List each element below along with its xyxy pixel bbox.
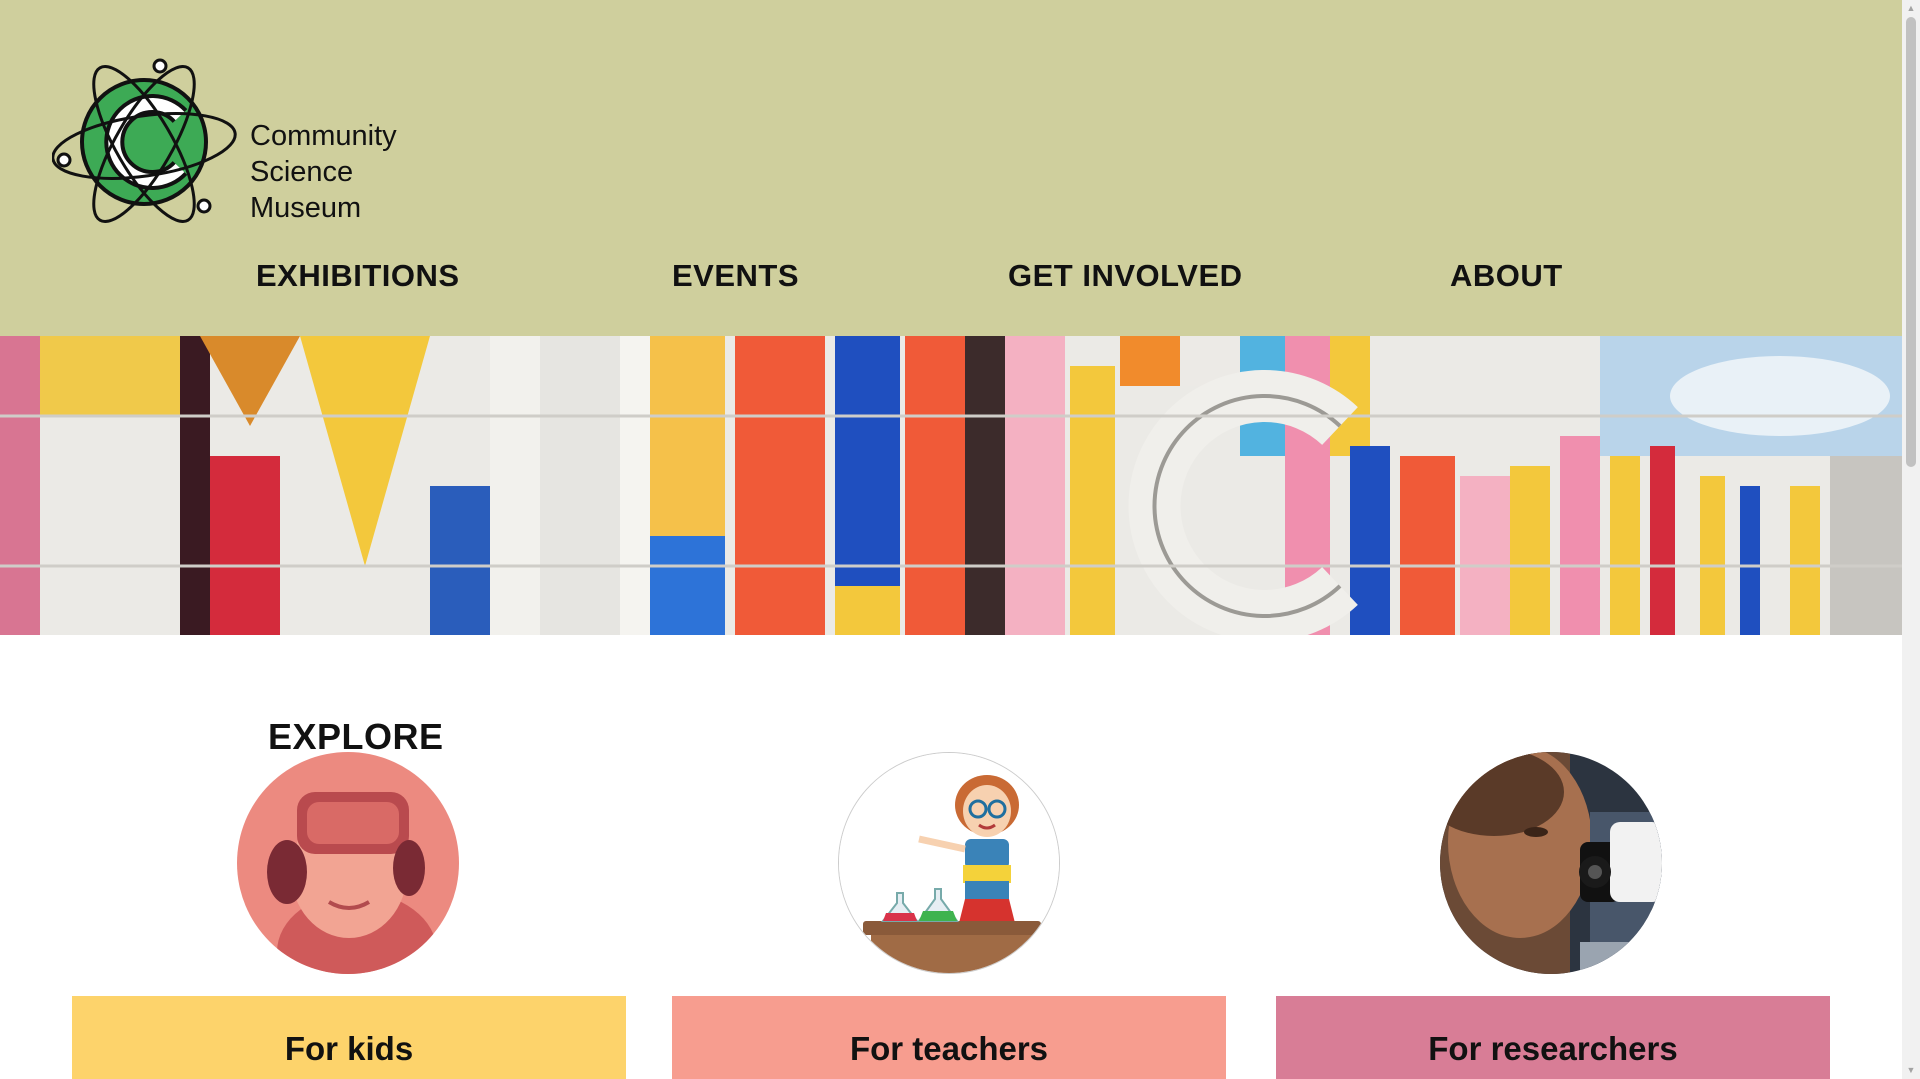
site-name-line: Museum xyxy=(250,192,362,224)
scroll-down-arrow-icon[interactable]: ▼ xyxy=(1902,1062,1920,1079)
for-kids-button[interactable]: For kids xyxy=(72,996,626,1079)
logo-link[interactable] xyxy=(51,56,242,232)
site-name: Community Science Museum xyxy=(250,118,397,226)
site-header: Community Science Museum EXHIBITIONS EVE… xyxy=(0,0,1902,336)
site-name-line: Community xyxy=(250,120,397,152)
hero-banner xyxy=(0,336,1902,635)
nav-item-exhibitions[interactable]: EXHIBITIONS xyxy=(256,258,460,294)
scroll-up-arrow-icon[interactable]: ▲ xyxy=(1902,0,1920,17)
atom-c-logo-icon xyxy=(51,58,237,223)
researcher-microscope-photo xyxy=(1440,752,1662,974)
teachers-image-link[interactable] xyxy=(838,752,1060,974)
main-nav: EXHIBITIONS EVENTS GET INVOLVED ABOUT xyxy=(0,258,1902,306)
for-teachers-button[interactable]: For teachers xyxy=(672,996,1226,1079)
page-scrollbar[interactable]: ▲ ▼ xyxy=(1902,0,1920,1079)
scrollbar-thumb[interactable] xyxy=(1906,17,1916,467)
child-vr-headset-photo xyxy=(237,752,459,974)
site-name-line: Science xyxy=(250,156,354,188)
teacher-cartoon-illustration xyxy=(839,753,1059,973)
nav-item-about[interactable]: ABOUT xyxy=(1450,258,1563,294)
researchers-image-link[interactable] xyxy=(1440,752,1662,974)
for-researchers-button[interactable]: For researchers xyxy=(1276,996,1830,1079)
nav-item-events[interactable]: EVENTS xyxy=(672,258,799,294)
nav-item-get-involved[interactable]: GET INVOLVED xyxy=(1008,258,1243,294)
page: Community Science Museum EXHIBITIONS EVE… xyxy=(0,0,1902,1079)
colorful-building-facade-image xyxy=(0,336,1902,635)
kids-image-link[interactable] xyxy=(237,752,459,974)
